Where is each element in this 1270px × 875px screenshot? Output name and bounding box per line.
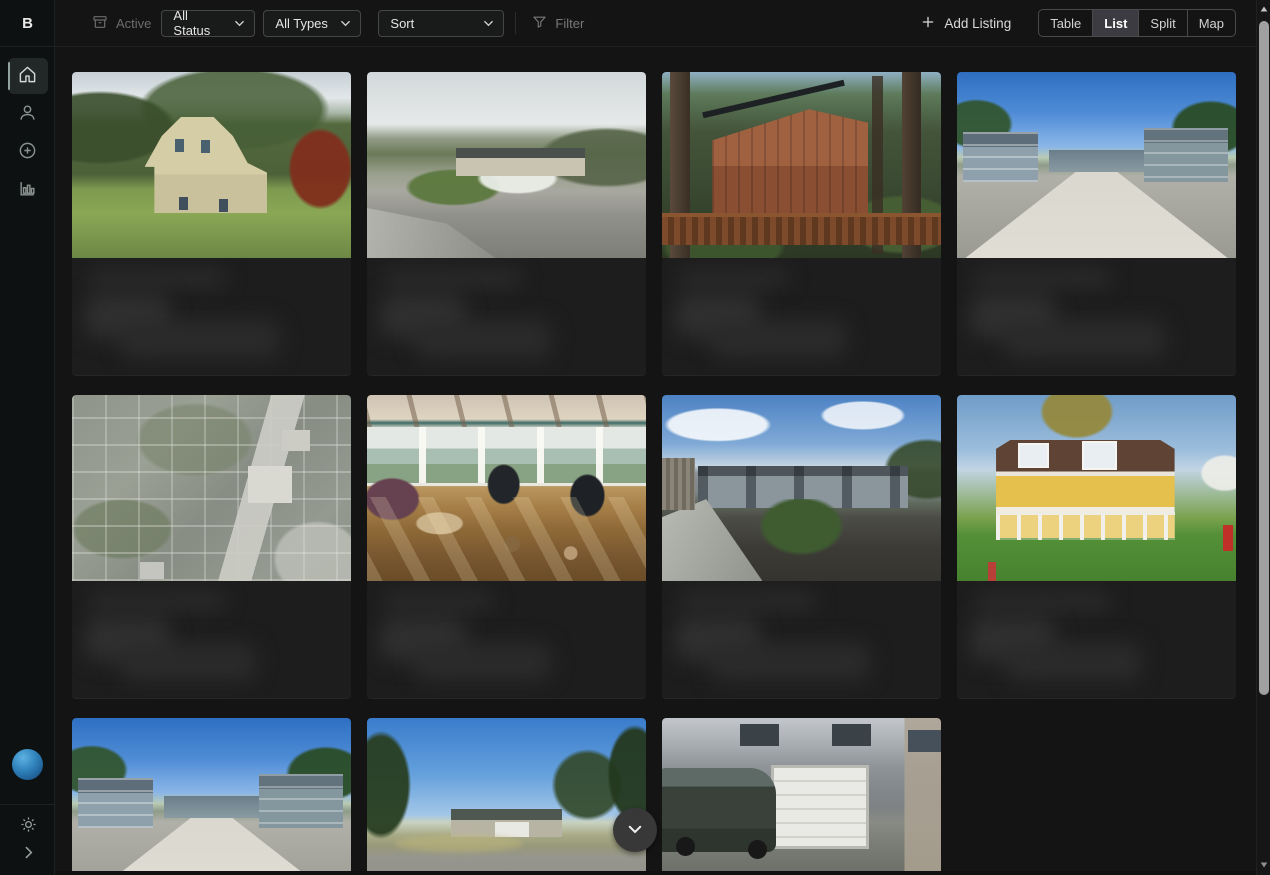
scrollbar-thumb[interactable] xyxy=(1259,21,1269,695)
redacted-text-blur xyxy=(120,643,256,681)
active-filter-toggle[interactable]: Active xyxy=(92,14,151,33)
redacted-text-blur xyxy=(678,593,816,609)
listing-info-redacted xyxy=(957,581,1236,698)
listing-card[interactable] xyxy=(367,718,646,875)
chevron-down-icon xyxy=(626,820,644,841)
analytics-icon xyxy=(18,179,37,201)
status-filter-value: All Status xyxy=(173,8,224,38)
toolbar: Active All Status All Types Sort Filter … xyxy=(55,0,1256,47)
listing-grid xyxy=(72,72,1236,875)
listing-info-redacted xyxy=(662,581,941,698)
redacted-text-blur xyxy=(383,270,521,286)
view-switcher: Table List Split Map xyxy=(1038,9,1236,37)
listing-card[interactable] xyxy=(957,72,1236,375)
home-icon xyxy=(18,65,37,87)
redacted-text-blur xyxy=(973,270,1111,286)
listing-card[interactable] xyxy=(72,72,351,375)
listing-card[interactable] xyxy=(957,395,1236,698)
sidebar-item-add-new[interactable] xyxy=(8,134,48,170)
listing-photo xyxy=(957,72,1236,258)
listing-card[interactable] xyxy=(72,718,351,875)
listing-info-redacted xyxy=(957,258,1236,375)
scroll-up-arrow[interactable] xyxy=(1257,2,1270,16)
tab-table[interactable]: Table xyxy=(1039,10,1093,36)
listing-card[interactable] xyxy=(662,395,941,698)
filter-label: Filter xyxy=(555,16,584,31)
redacted-text-blur xyxy=(710,320,846,358)
sidebar-divider xyxy=(0,804,55,805)
user-avatar[interactable] xyxy=(12,749,43,780)
listing-card[interactable] xyxy=(72,395,351,698)
scroll-down-arrow[interactable] xyxy=(1257,858,1270,872)
listing-area xyxy=(55,47,1256,875)
redacted-text-blur xyxy=(120,320,280,358)
active-filter-label: Active xyxy=(116,16,151,31)
chevron-down-icon xyxy=(340,18,351,29)
listing-card[interactable] xyxy=(662,72,941,375)
sidebar-item-contacts[interactable] xyxy=(8,96,48,132)
app-logo: B xyxy=(0,0,55,47)
archive-box-icon xyxy=(92,14,108,33)
redacted-text-blur xyxy=(973,593,1111,609)
listing-info-redacted xyxy=(72,258,351,375)
listing-photo xyxy=(72,395,351,581)
app-window: B xyxy=(0,0,1270,875)
listing-photo xyxy=(662,395,941,581)
redacted-text-blur xyxy=(1005,643,1141,681)
status-filter-select[interactable]: All Status xyxy=(161,10,255,37)
listing-info-redacted xyxy=(72,581,351,698)
sort-value: Sort xyxy=(390,16,414,31)
tab-map[interactable]: Map xyxy=(1188,10,1235,36)
add-circle-icon xyxy=(18,141,37,163)
tab-list[interactable]: List xyxy=(1093,10,1139,36)
chevron-down-icon xyxy=(483,18,494,29)
redacted-text-blur xyxy=(415,320,551,358)
sidebar-item-analytics[interactable] xyxy=(8,172,48,208)
listing-photo xyxy=(72,718,351,875)
redacted-text-blur xyxy=(678,270,788,286)
listing-photo xyxy=(957,395,1236,581)
listing-info-redacted xyxy=(367,581,646,698)
listing-photo xyxy=(367,72,646,258)
tab-split[interactable]: Split xyxy=(1139,10,1187,36)
toolbar-divider xyxy=(515,12,516,34)
listing-info-redacted xyxy=(662,258,941,375)
redacted-text-blur xyxy=(415,643,551,681)
funnel-icon xyxy=(532,14,547,32)
type-filter-value: All Types xyxy=(275,16,328,31)
listing-photo xyxy=(72,72,351,258)
redacted-text-blur xyxy=(710,643,870,681)
sidebar-item-home[interactable] xyxy=(8,58,48,94)
listing-card[interactable] xyxy=(367,395,646,698)
add-listing-button[interactable]: Add Listing xyxy=(921,15,1011,32)
scrollbar[interactable] xyxy=(1256,0,1270,875)
listing-photo xyxy=(367,718,646,875)
listing-info-redacted xyxy=(367,258,646,375)
listing-photo xyxy=(662,72,941,258)
type-filter-select[interactable]: All Types xyxy=(263,10,361,37)
plus-icon xyxy=(921,15,935,32)
listing-photo xyxy=(367,395,646,581)
redacted-text-blur xyxy=(88,593,226,609)
filter-button[interactable]: Filter xyxy=(532,14,584,32)
contacts-icon xyxy=(18,103,37,125)
theme-sun-icon xyxy=(20,816,37,836)
sort-select[interactable]: Sort xyxy=(378,10,504,37)
sidebar-expand-button[interactable] xyxy=(14,841,42,867)
scroll-down-button[interactable] xyxy=(613,808,657,852)
add-listing-label: Add Listing xyxy=(944,16,1011,31)
expand-chevron-icon xyxy=(20,844,37,864)
sidebar-nav xyxy=(0,58,55,208)
redacted-text-blur xyxy=(88,270,226,286)
redacted-text-blur xyxy=(383,593,493,609)
listing-card[interactable] xyxy=(367,72,646,375)
window-bottom-edge xyxy=(55,871,1256,875)
listing-photo xyxy=(662,718,941,875)
chevron-down-icon xyxy=(234,18,245,29)
listing-card[interactable] xyxy=(662,718,941,875)
sidebar: B xyxy=(0,0,55,875)
theme-toggle-button[interactable] xyxy=(14,813,42,839)
redacted-text-blur xyxy=(1005,320,1165,358)
